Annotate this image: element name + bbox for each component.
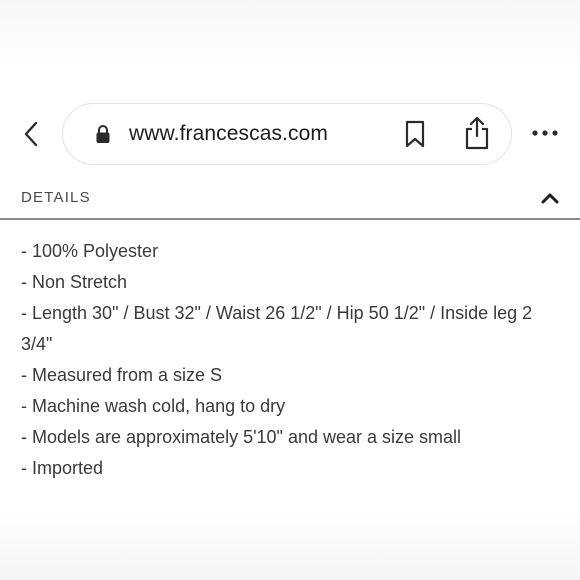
details-list: - 100% Polyester - Non Stretch - Length … <box>21 236 561 484</box>
details-item-size-measured: - Measured from a size S <box>21 365 223 385</box>
bookmark-button[interactable] <box>403 120 427 148</box>
share-icon <box>465 116 489 150</box>
details-item-origin: - Imported <box>21 458 104 478</box>
details-item-stretch: - Non Stretch <box>21 272 128 292</box>
browser-address-bar: www.francescas.com <box>0 103 580 165</box>
chevron-left-icon <box>24 121 38 147</box>
details-section-header[interactable]: DETAILS <box>0 186 580 218</box>
lock-icon <box>96 125 110 143</box>
share-button[interactable] <box>463 116 491 150</box>
url-field[interactable]: www.francescas.com <box>62 103 512 165</box>
details-item-care: - Machine wash cold, hang to dry <box>21 396 286 416</box>
page: www.francescas.com DETAILS - 100% Polyes… <box>0 0 580 580</box>
details-item-model-info: - Models are approximately 5'10" and wea… <box>21 427 462 447</box>
details-title: DETAILS <box>21 189 91 206</box>
back-button[interactable] <box>17 119 45 149</box>
chevron-up-icon[interactable] <box>540 190 560 206</box>
section-divider <box>0 218 580 220</box>
bookmark-icon <box>405 120 425 148</box>
more-options-button[interactable] <box>530 123 560 143</box>
more-horizontal-icon <box>532 130 558 136</box>
url-text: www.francescas.com <box>129 122 329 145</box>
details-item-material: - 100% Polyester <box>21 241 159 261</box>
details-item-measurements: - Length 30" / Bust 32" / Waist 26 1/2" … <box>21 303 533 354</box>
